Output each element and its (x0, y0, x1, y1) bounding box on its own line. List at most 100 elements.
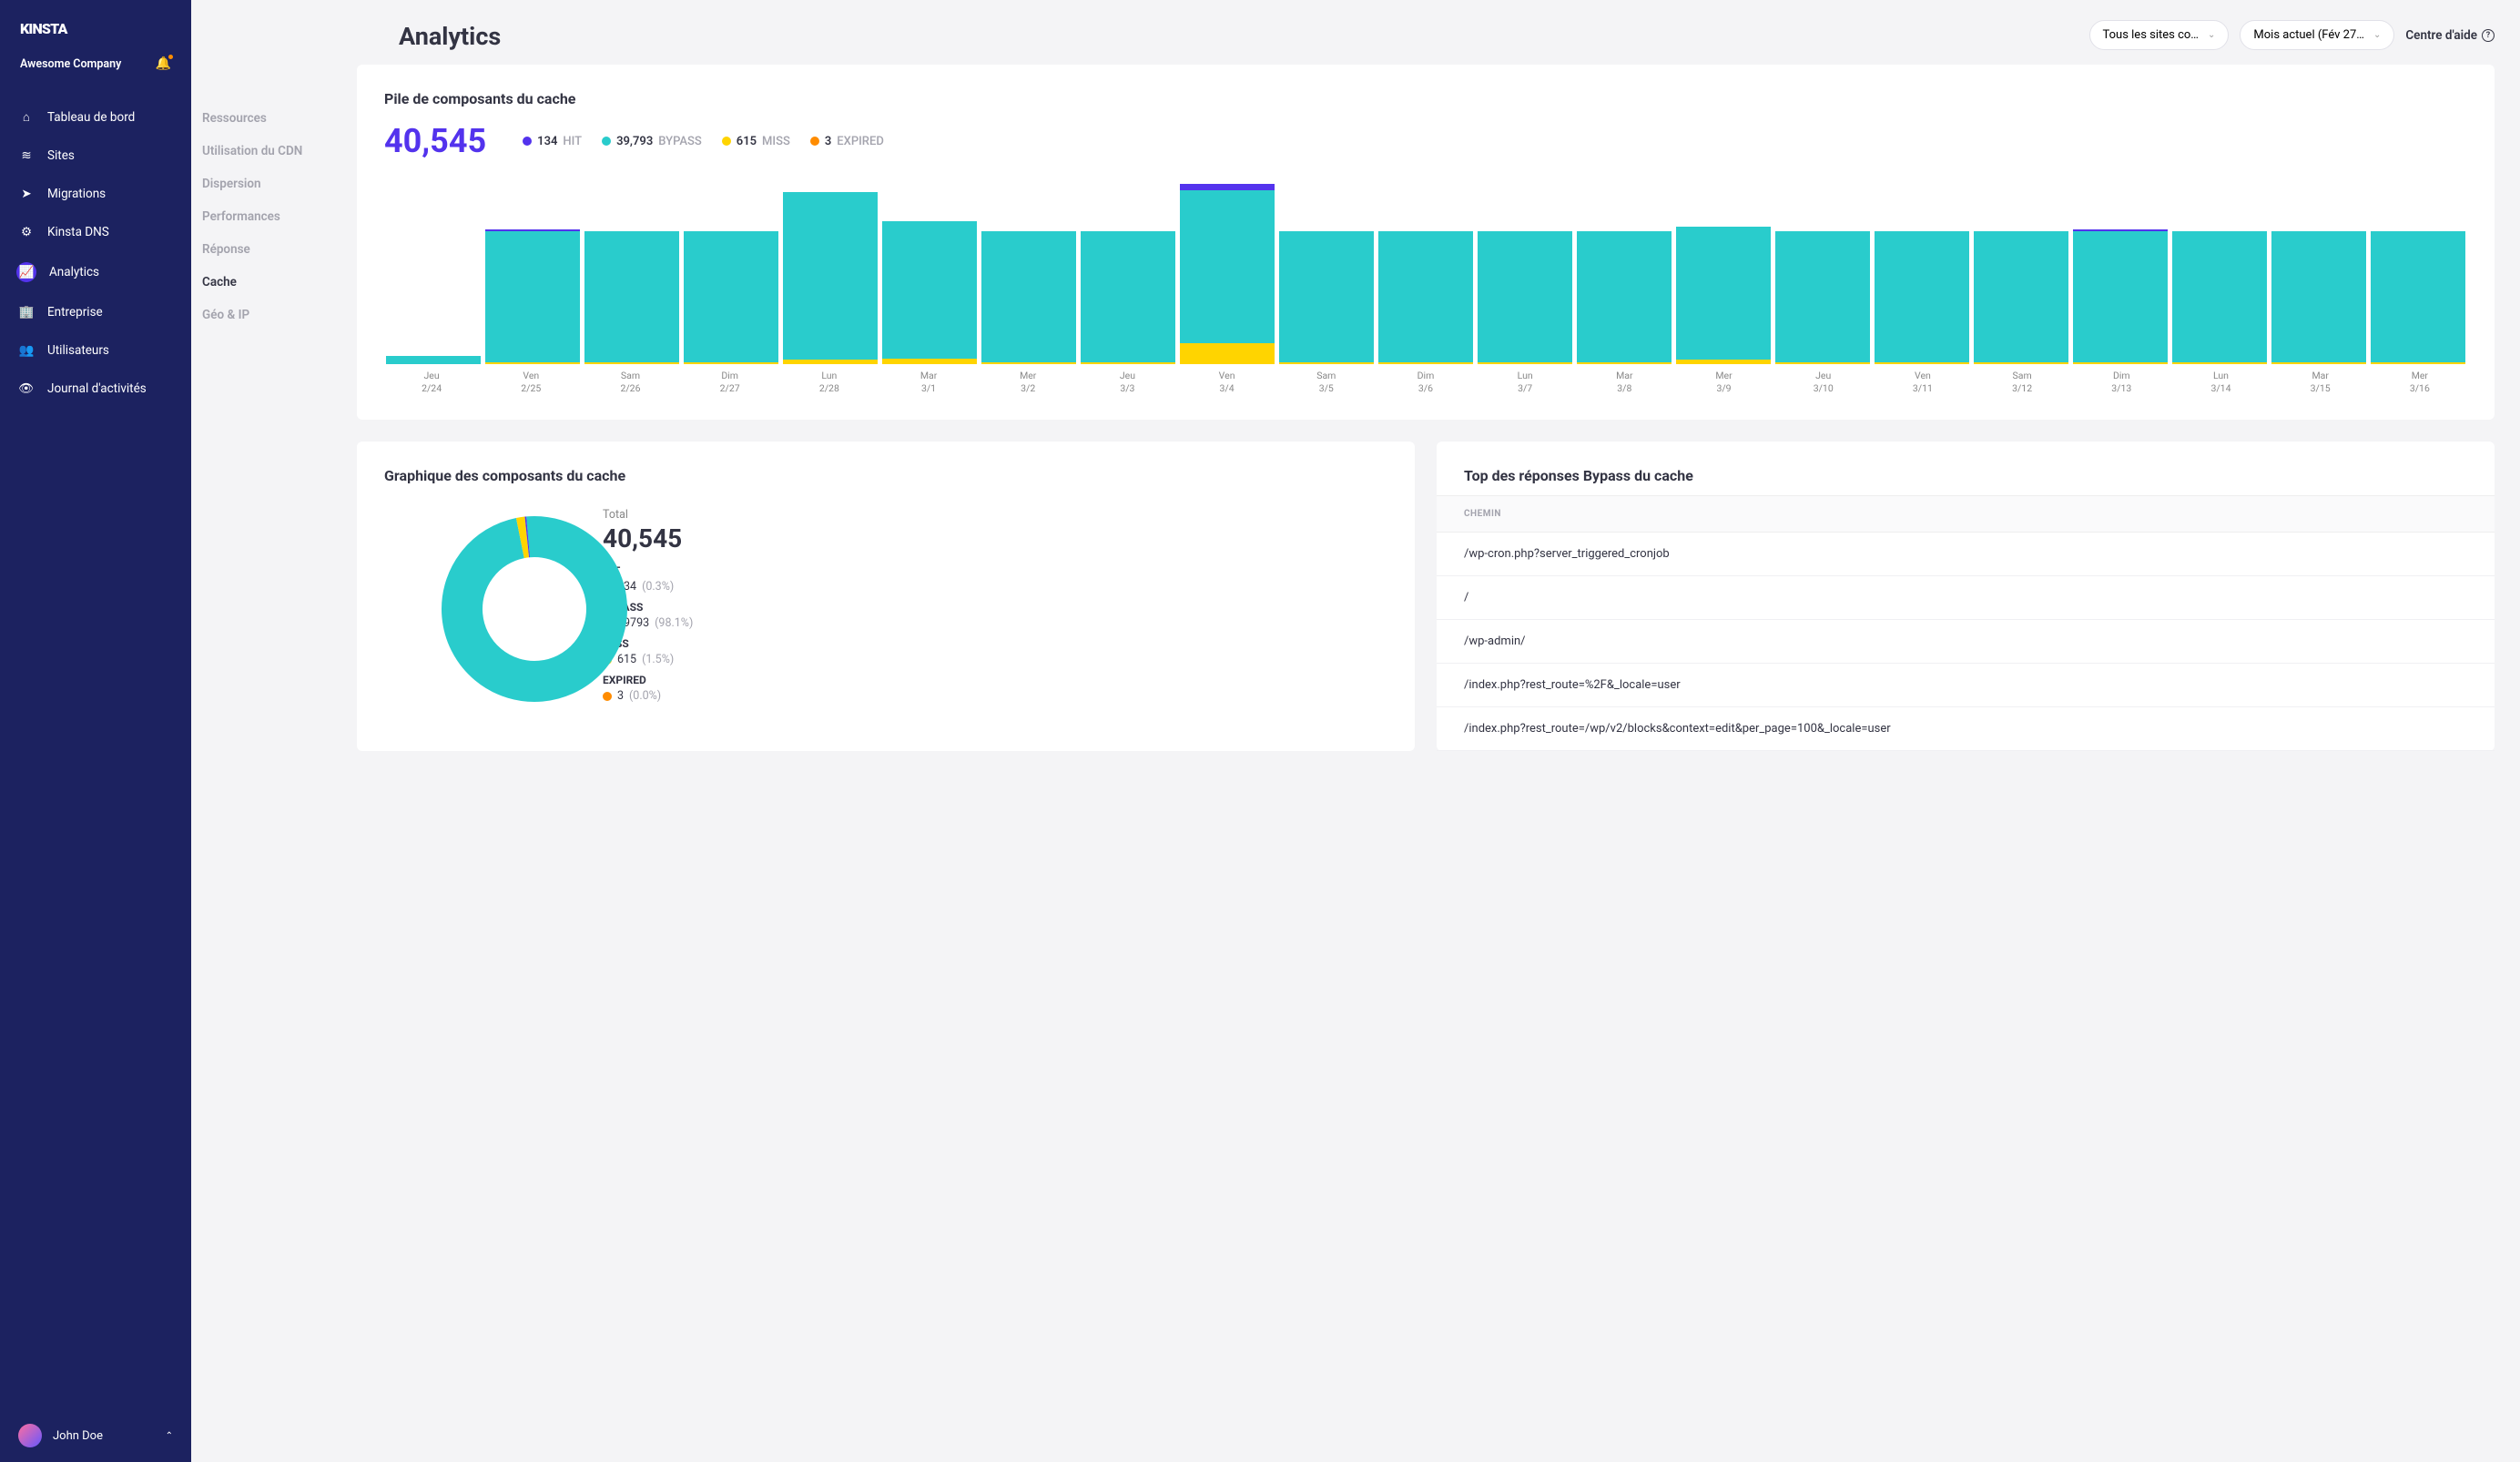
bar-segment-miss (1081, 362, 1175, 364)
x-axis-label: Ven2/25 (483, 370, 578, 394)
sidebar-item-label: Tableau de bord (47, 110, 135, 125)
bar-chart (384, 182, 2467, 364)
bar-segment-bypass (584, 231, 679, 362)
bar-segment-miss (1378, 362, 1473, 364)
chevron-down-icon: ⌄ (2373, 30, 2381, 40)
bypass-card: Top des réponses Bypass du cache CHEMIN/… (1437, 442, 2495, 751)
sidebar-item-home[interactable]: ⌂ Tableau de bord (0, 98, 191, 137)
subnav-item[interactable]: Géo & IP (202, 299, 337, 331)
table-row[interactable]: /wp-admin/ (1437, 620, 2495, 664)
x-axis-label: Mar3/1 (881, 370, 976, 394)
company-name: Awesome Company 🔔 (0, 53, 191, 89)
sub-navigation: RessourcesUtilisation du CDNDispersionPe… (202, 0, 357, 1462)
bar-segment-bypass (882, 221, 977, 359)
table-row[interactable]: /index.php?rest_route=/wp/v2/blocks&cont… (1437, 707, 2495, 751)
bar-segment-bypass (1478, 231, 1572, 362)
bar-segment-miss (1875, 362, 1969, 364)
period-dropdown[interactable]: Mois actuel (Fév 27…⌄ (2240, 20, 2394, 50)
card-title: Top des réponses Bypass du cache (1464, 467, 2467, 484)
chevron-up-icon: ⌃ (166, 1431, 173, 1441)
sidebar-item-label: Sites (47, 148, 75, 163)
page-title: Analytics (399, 22, 501, 51)
activity-icon: 👁 (18, 381, 35, 397)
cache-donut-card: Graphique des composants du cache Total4… (357, 442, 1415, 751)
x-axis-label: Lun2/28 (782, 370, 877, 394)
subnav-item[interactable]: Cache (202, 266, 337, 299)
bar-segment-bypass (1180, 190, 1275, 343)
sidebar-item-label: Analytics (49, 265, 99, 279)
sidebar-item-users[interactable]: 👥Utilisateurs (0, 331, 191, 370)
topbar: Tous les sites co…⌄ Mois actuel (Fév 27…… (357, 0, 2520, 65)
bar-segment-miss (1775, 362, 1870, 364)
sidebar-item-label: Kinsta DNS (47, 225, 109, 239)
x-axis-label: Ven3/11 (1875, 370, 1970, 394)
card-title: Pile de composants du cache (384, 90, 2467, 107)
bar-segment-bypass (2073, 231, 2168, 362)
x-axis-label: Dim3/6 (1378, 370, 1473, 394)
bar-segment-bypass (1974, 231, 2068, 362)
table-row[interactable]: /index.php?rest_route=%2F&_locale=user (1437, 664, 2495, 707)
sidebar-item-migrations[interactable]: ➤Migrations (0, 175, 191, 213)
x-axis-label: Lun3/7 (1478, 370, 1572, 394)
bar-segment-bypass (1676, 227, 1771, 360)
bar-segment-miss (2371, 362, 2465, 364)
bar-segment-bypass (1775, 231, 1870, 362)
cache-stack-card: Pile de composants du cache 40,545 134HI… (357, 65, 2495, 420)
bar-segment-miss (1577, 362, 1672, 364)
x-axis-label: Mar3/15 (2273, 370, 2368, 394)
bar-segment-bypass (1875, 231, 1969, 362)
bar-segment-bypass (2271, 231, 2366, 362)
x-axis-label: Sam3/5 (1279, 370, 1374, 394)
sidebar-item-analytics[interactable]: 📈Analytics (0, 251, 191, 293)
subnav-item[interactable]: Performances (202, 200, 337, 233)
home-icon: ⌂ (18, 109, 35, 126)
bar-segment-miss (1478, 362, 1572, 364)
bar-segment-bypass (1378, 231, 1473, 362)
notifications-icon[interactable]: 🔔 (156, 56, 171, 71)
logo[interactable]: KINSTA (0, 0, 191, 53)
bar-segment-miss (981, 362, 1076, 364)
bar-segment-bypass (684, 231, 778, 362)
bar-segment-miss (783, 360, 878, 364)
sidebar-item-sites[interactable]: ≋Sites (0, 137, 191, 175)
x-axis-label: Mar3/8 (1577, 370, 1672, 394)
table-row[interactable]: / (1437, 576, 2495, 620)
card-title: Graphique des composants du cache (384, 467, 1387, 484)
bar-segment-miss (1180, 343, 1275, 364)
bar-segment-miss (1279, 362, 1374, 364)
bar-segment-hit (1180, 184, 1275, 190)
total-requests: 40,545 (384, 122, 486, 160)
bar-segment-bypass (981, 231, 1076, 362)
sidebar-item-dns[interactable]: ⚙ Kinsta DNS (0, 213, 191, 251)
subnav-item[interactable]: Dispersion (202, 168, 337, 200)
x-axis-label: Sam2/26 (583, 370, 677, 394)
help-icon: ? (2482, 29, 2495, 42)
bar-segment-bypass (783, 192, 878, 360)
bar-segment-bypass (485, 231, 580, 362)
dns-icon: ⚙ (18, 224, 35, 240)
x-axis-label: Jeu2/24 (384, 370, 479, 394)
bar-segment-bypass (386, 356, 481, 364)
sidebar-item-activity[interactable]: 👁Journal d'activités (0, 370, 191, 408)
subnav-item[interactable]: Réponse (202, 233, 337, 266)
subnav-item[interactable]: Utilisation du CDN (202, 135, 337, 168)
migrations-icon: ➤ (18, 186, 35, 202)
sidebar-item-label: Utilisateurs (47, 343, 109, 358)
bar-segment-bypass (1081, 231, 1175, 362)
bar-segment-miss (485, 362, 580, 364)
bar-segment-bypass (2371, 231, 2465, 362)
x-axis-label: Ven3/4 (1180, 370, 1275, 394)
bar-segment-miss (2073, 362, 2168, 364)
sites-dropdown[interactable]: Tous les sites co…⌄ (2089, 20, 2230, 50)
help-link[interactable]: Centre d'aide ? (2405, 28, 2495, 43)
sidebar-item-company[interactable]: 🏢Entreprise (0, 293, 191, 331)
legend-item: 615MISS (722, 135, 790, 148)
x-axis-label: Mer3/16 (2373, 370, 2467, 394)
user-menu[interactable]: John Doe ⌃ (0, 1409, 191, 1462)
subnav-item[interactable]: Ressources (202, 102, 337, 135)
x-axis-label: Sam3/12 (1975, 370, 2069, 394)
bypass-list: CHEMIN/wp-cron.php?server_triggered_cron… (1437, 495, 2495, 751)
user-name: John Doe (53, 1429, 103, 1443)
table-row[interactable]: /wp-cron.php?server_triggered_cronjob (1437, 533, 2495, 576)
legend-item: 3EXPIRED (810, 135, 884, 148)
